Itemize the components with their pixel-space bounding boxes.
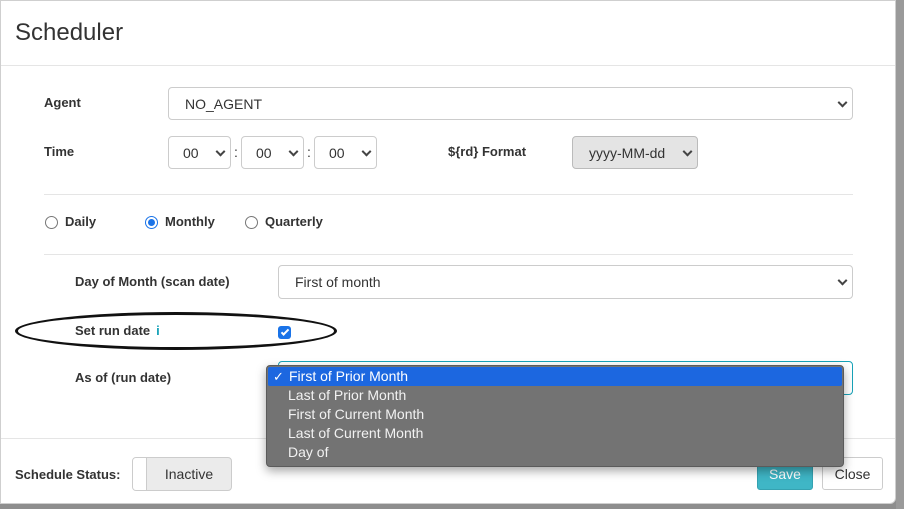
day-of-month-label: Day of Month (scan date) xyxy=(75,274,230,289)
radio-monthly[interactable] xyxy=(145,216,158,229)
toggle-handle xyxy=(133,458,147,490)
chevron-down-icon xyxy=(837,97,848,108)
radio-daily[interactable] xyxy=(45,216,58,229)
agent-select[interactable]: NO_AGENT xyxy=(168,87,853,120)
dropdown-option-last-of-current-month[interactable]: Last of Current Month xyxy=(267,424,843,443)
rd-format-value: yyyy-MM-dd xyxy=(589,144,666,161)
agent-select-value: NO_AGENT xyxy=(185,95,263,112)
chevron-down-icon xyxy=(215,146,226,157)
time-separator: : xyxy=(307,144,311,160)
day-of-month-value: First of month xyxy=(295,274,381,290)
radio-quarterly-label: Quarterly xyxy=(265,214,323,229)
minutes-value: 00 xyxy=(256,144,272,161)
as-of-label: As of (run date) xyxy=(75,370,172,385)
dropdown-option-first-of-prior-month[interactable]: ✓ First of Prior Month xyxy=(268,367,842,386)
time-separator: : xyxy=(234,144,238,160)
highlight-ellipse xyxy=(15,312,337,350)
chevron-down-icon xyxy=(682,146,693,157)
chevron-down-icon xyxy=(288,146,299,157)
rd-format-label: ${rd} Format xyxy=(448,144,527,159)
divider xyxy=(44,254,853,255)
dropdown-option-last-of-prior-month[interactable]: Last of Prior Month xyxy=(267,386,843,405)
radio-daily-label: Daily xyxy=(65,214,97,229)
day-of-month-select[interactable]: First of month xyxy=(278,265,853,299)
hours-value: 00 xyxy=(183,144,199,161)
schedule-status-value: Inactive xyxy=(164,466,214,482)
schedule-status-label: Schedule Status: xyxy=(15,467,121,482)
modal-header: Scheduler xyxy=(1,1,895,66)
hours-select[interactable]: 00 xyxy=(168,136,231,169)
dropdown-option-day-of[interactable]: Day of xyxy=(267,443,843,462)
checkmark-icon: ✓ xyxy=(273,369,284,384)
modal-title: Scheduler xyxy=(15,19,124,46)
option-label: Last of Current Month xyxy=(288,425,424,441)
seconds-value: 00 xyxy=(329,144,345,161)
dropdown-option-first-of-current-month[interactable]: First of Current Month xyxy=(267,405,843,424)
option-label: First of Current Month xyxy=(288,406,425,422)
chevron-down-icon xyxy=(361,146,372,157)
divider xyxy=(44,194,853,195)
rd-format-select[interactable]: yyyy-MM-dd xyxy=(572,136,698,169)
radio-monthly-label: Monthly xyxy=(165,214,215,229)
agent-label: Agent xyxy=(44,95,81,110)
minutes-select[interactable]: 00 xyxy=(241,136,304,169)
chevron-down-icon xyxy=(837,275,848,286)
option-label: Last of Prior Month xyxy=(288,387,407,403)
schedule-status-toggle[interactable]: Inactive xyxy=(132,457,232,491)
seconds-select[interactable]: 00 xyxy=(314,136,377,169)
option-label: First of Prior Month xyxy=(289,368,409,384)
option-label: Day of xyxy=(288,444,329,460)
radio-quarterly[interactable] xyxy=(245,216,258,229)
time-label: Time xyxy=(44,144,75,159)
as-of-dropdown-list: ✓ First of Prior Month Last of Prior Mon… xyxy=(266,365,844,467)
modal-backdrop xyxy=(896,0,904,509)
